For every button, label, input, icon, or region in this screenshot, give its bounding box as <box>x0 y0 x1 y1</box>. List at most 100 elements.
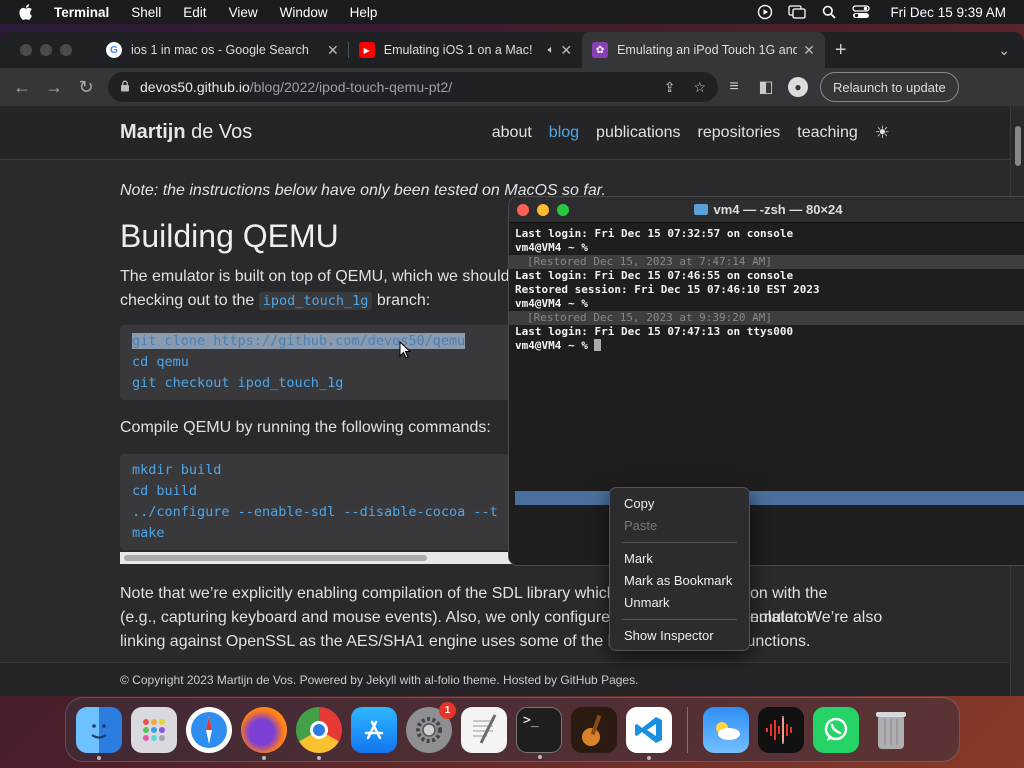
menubar-clock[interactable]: Fri Dec 15 9:39 AM <box>890 5 1006 20</box>
screen-mirroring-icon[interactable] <box>788 4 807 20</box>
finder-icon[interactable] <box>76 706 122 760</box>
media-controls-icon[interactable]: ≡ <box>718 78 750 96</box>
menu-view[interactable]: View <box>218 5 269 20</box>
launchpad-icon[interactable] <box>131 706 177 753</box>
zoom-window-button[interactable] <box>557 203 569 216</box>
menu-app-terminal[interactable]: Terminal <box>52 5 120 20</box>
menu-item-copy[interactable]: Copy <box>610 493 749 515</box>
zoom-window-button[interactable] <box>60 44 72 56</box>
running-indicator <box>262 755 266 760</box>
back-arrow-icon[interactable]: ← <box>6 77 38 98</box>
relaunch-to-update-button[interactable]: Relaunch to update <box>820 72 959 102</box>
close-window-button[interactable] <box>517 203 529 216</box>
terminal-output[interactable]: Last login: Fri Dec 15 07:32:57 on conso… <box>509 223 1024 357</box>
code-line: cd build <box>132 483 198 499</box>
safari-icon[interactable] <box>186 706 232 753</box>
nav-link-blog[interactable]: blog <box>549 124 579 142</box>
menu-bar: Terminal Shell Edit View Window Help Fri… <box>0 0 1024 24</box>
terminal-prompt-line[interactable]: vm4@VM4 ~ % <box>515 339 1021 353</box>
vscode-icon[interactable] <box>626 706 672 760</box>
trash-icon[interactable] <box>868 707 914 753</box>
terminal-prompt: vm4@VM4 ~ % <box>515 339 595 352</box>
menu-item-unmark[interactable]: Unmark <box>610 592 749 614</box>
tab-title: Emulating an iPod Touch 1G and <box>617 43 798 57</box>
nav-link-publications[interactable]: publications <box>596 124 681 142</box>
minimize-window-button[interactable] <box>40 44 52 56</box>
terminal-line: vm4@VM4 ~ % <box>515 241 588 254</box>
paragraph-text: functions. <box>742 633 811 650</box>
menu-window[interactable]: Window <box>269 5 339 20</box>
site-navbar: Martijn de Vos about blog publications r… <box>0 106 1010 160</box>
control-center-icon[interactable] <box>852 4 871 20</box>
minimize-window-button[interactable] <box>537 203 549 216</box>
code-line: make <box>132 525 165 541</box>
terminal-icon[interactable]: >_ <box>516 706 562 759</box>
close-tab-icon[interactable]: ✕ <box>327 42 339 59</box>
menu-item-mark-as-bookmark[interactable]: Mark as Bookmark <box>610 570 749 592</box>
tab-google-search[interactable]: G ios 1 in mac os - Google Search ✕ <box>96 32 349 68</box>
nav-link-repositories[interactable]: repositories <box>698 124 781 142</box>
tab-youtube[interactable]: ▶ Emulating iOS 1 on a Mac! 🔈︎ ✕ <box>349 32 582 68</box>
context-menu: Copy Paste Mark Mark as Bookmark Unmark … <box>609 487 750 651</box>
terminal-restored-marker: [Restored Dec 15, 2023 at 7:47:14 AM] <box>509 255 1024 269</box>
whatsapp-icon[interactable] <box>813 706 859 753</box>
theme-toggle-sun-icon[interactable]: ☀ <box>875 123 890 143</box>
youtube-icon: ▶ <box>358 42 375 58</box>
chrome-icon[interactable] <box>296 706 342 760</box>
voice-memos-icon[interactable] <box>758 706 804 753</box>
paragraph-text: Note that we’re explicitly enabling comp… <box>120 585 616 602</box>
paragraph-text: branch: <box>372 292 431 309</box>
code-line: mkdir build <box>132 462 222 478</box>
scrollbar-thumb[interactable] <box>1015 126 1021 166</box>
menu-item-mark[interactable]: Mark <box>610 548 749 570</box>
terminal-title-text: vm4 — -zsh — 80×24 <box>713 202 843 217</box>
close-tab-icon[interactable]: ✕ <box>803 42 815 59</box>
forward-arrow-icon[interactable]: → <box>38 77 70 98</box>
textedit-icon[interactable] <box>461 706 507 753</box>
selected-code-line[interactable]: git clone https://github.com/devos50/qem… <box>132 333 466 349</box>
spotlight-search-icon[interactable] <box>820 4 838 20</box>
speaker-icon[interactable]: 🔈︎ <box>548 44 555 57</box>
menu-item-show-inspector[interactable]: Show Inspector <box>610 625 749 647</box>
apple-menu-icon[interactable] <box>0 4 52 20</box>
firefox-icon[interactable] <box>241 706 287 760</box>
tab-search-chevron-icon[interactable]: ⌄ <box>998 42 1010 59</box>
terminal-window[interactable]: vm4 — -zsh — 80×24 Last login: Fri Dec 1… <box>508 196 1024 566</box>
tab-title: Emulating iOS 1 on a Mac! <box>383 43 533 57</box>
side-panel-icon[interactable]: ◧ <box>750 77 782 97</box>
brand-last-name: de Vos <box>185 121 253 143</box>
paragraph-text: nulator. We’re also <box>750 609 883 626</box>
new-tab-button[interactable]: + <box>835 39 847 62</box>
tab-ipod-touch-blog[interactable]: ✿ Emulating an iPod Touch 1G and ✕ <box>582 32 825 68</box>
profile-avatar-icon[interactable]: ● <box>788 77 808 97</box>
site-brand-link[interactable]: Martijn de Vos <box>120 121 252 144</box>
url-path: /blog/2022/ipod-touch-qemu-pt2/ <box>249 79 453 95</box>
scrollbar-thumb[interactable] <box>124 555 427 561</box>
paragraph-text: linking against OpenSSL as the AES/SHA1 … <box>120 633 624 650</box>
garageband-icon[interactable] <box>571 706 617 753</box>
play-icon[interactable] <box>756 4 774 20</box>
lock-icon[interactable] <box>120 79 130 95</box>
address-bar[interactable]: devos50.github.io/blog/2022/ipod-touch-q… <box>108 72 718 102</box>
paragraph-sdl-note: Note that we’re explicitly enabling comp… <box>120 582 890 654</box>
nav-link-about[interactable]: about <box>492 124 532 142</box>
terminal-title-bar[interactable]: vm4 — -zsh — 80×24 <box>509 197 1024 223</box>
menu-help[interactable]: Help <box>339 5 389 20</box>
window-controls <box>0 44 96 56</box>
app-store-icon[interactable] <box>351 706 397 753</box>
notification-badge: 1 <box>439 701 456 719</box>
share-icon[interactable]: ⇪ <box>664 79 676 96</box>
mouse-pointer-icon <box>399 341 411 359</box>
menu-separator <box>622 619 737 620</box>
system-settings-icon[interactable]: 1 <box>406 701 456 753</box>
weather-icon[interactable] <box>703 706 749 753</box>
url-host: devos50.github.io <box>140 79 250 95</box>
close-window-button[interactable] <box>20 44 32 56</box>
close-tab-icon[interactable]: ✕ <box>560 42 572 59</box>
menu-edit[interactable]: Edit <box>172 5 217 20</box>
tab-bar: G ios 1 in mac os - Google Search ✕ ▶ Em… <box>0 32 1024 68</box>
menu-shell[interactable]: Shell <box>120 5 172 20</box>
nav-link-teaching[interactable]: teaching <box>797 124 858 142</box>
reload-icon[interactable]: ↻ <box>70 77 102 98</box>
bookmark-star-icon[interactable]: ☆ <box>693 79 706 96</box>
